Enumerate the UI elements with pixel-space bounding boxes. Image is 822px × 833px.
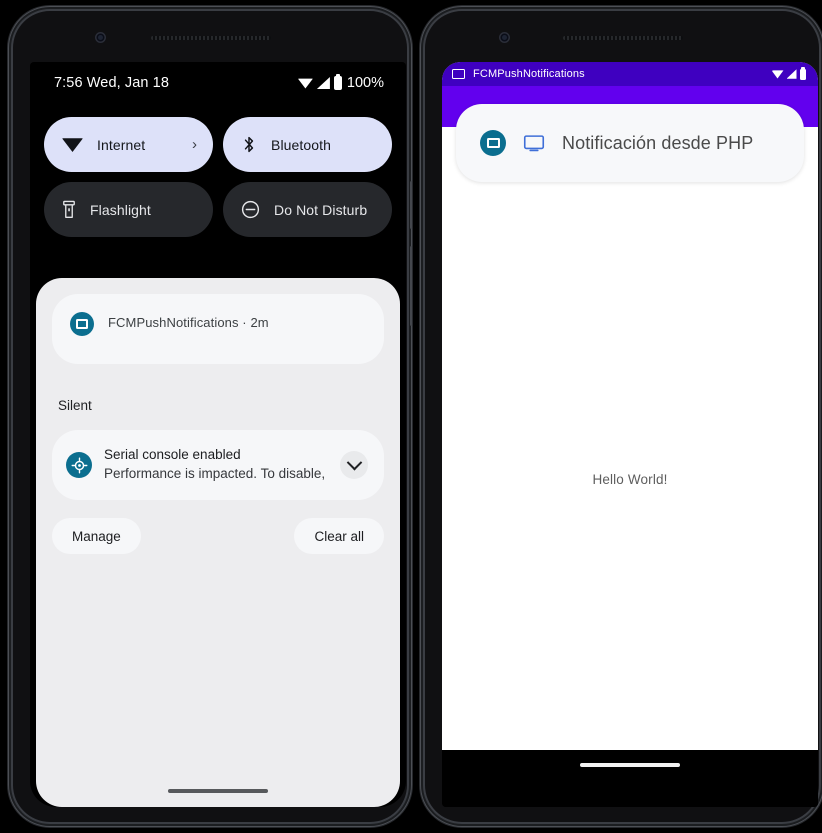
notification-app-name: FCMPushNotifications · 2m <box>108 315 269 330</box>
notification-card-app[interactable]: FCMPushNotifications · 2m <box>52 294 384 364</box>
monitor-app-icon <box>70 312 94 336</box>
qs-tile-do-not-disturb[interactable]: Do Not Disturb <box>223 182 392 237</box>
qs-tile-label: Do Not Disturb <box>274 201 368 218</box>
wifi-icon <box>771 70 784 79</box>
monitor-app-icon <box>452 69 465 79</box>
navigation-bar <box>442 750 818 807</box>
phone-right: FCMPushNotifications Hello World! Notifi… <box>420 6 822 827</box>
battery-percent-label: 100% <box>346 75 384 91</box>
flashlight-icon <box>63 200 75 218</box>
home-indicator[interactable] <box>580 763 680 767</box>
signal-icon <box>786 69 797 79</box>
app-content-area: Hello World! <box>442 127 818 750</box>
left-phone-screen: 7:56 Wed, Jan 18 100% Internet › Bluetoo… <box>30 62 406 807</box>
earpiece-speaker <box>563 36 683 40</box>
app-status-bar-left: FCMPushNotifications <box>452 68 585 80</box>
android-bug-icon <box>66 452 92 478</box>
volume-button[interactable] <box>410 246 412 326</box>
notification-title: Notificación desde PHP <box>562 132 754 153</box>
monitor-icon <box>523 134 545 151</box>
app-name-label: FCMPushNotifications <box>473 68 585 80</box>
front-camera-icon <box>499 32 510 43</box>
do-not-disturb-icon <box>241 200 260 219</box>
silent-section-label: Silent <box>58 398 92 413</box>
chevron-down-icon[interactable] <box>340 451 368 479</box>
shade-action-row: Manage Clear all <box>52 518 384 554</box>
front-camera-icon <box>95 32 106 43</box>
qs-tile-internet[interactable]: Internet › <box>44 117 213 172</box>
manage-button[interactable]: Manage <box>52 518 141 554</box>
qs-tile-label: Internet <box>97 136 146 153</box>
right-phone-screen: FCMPushNotifications Hello World! Notifi… <box>442 62 818 807</box>
notification-title: Serial console enabled <box>104 447 241 463</box>
home-indicator[interactable] <box>168 789 268 793</box>
qs-tile-label: Flashlight <box>90 201 151 218</box>
wifi-icon <box>62 138 83 152</box>
app-status-bar: FCMPushNotifications <box>442 62 818 86</box>
battery-icon <box>333 73 342 90</box>
status-bar: 7:56 Wed, Jan 18 100% <box>30 62 406 104</box>
clear-all-button[interactable]: Clear all <box>294 518 384 554</box>
earpiece-speaker <box>151 36 271 40</box>
battery-icon <box>799 66 806 80</box>
bluetooth-icon <box>244 136 254 153</box>
hello-world-label: Hello World! <box>592 472 668 487</box>
qs-tile-bluetooth[interactable]: Bluetooth <box>223 117 392 172</box>
signal-icon <box>316 77 330 89</box>
heads-up-notification[interactable]: Notificación desde PHP <box>456 104 804 182</box>
app-window: FCMPushNotifications Hello World! Notifi… <box>442 62 818 750</box>
notification-card-serial-console[interactable]: Serial console enabled Performance is im… <box>52 430 384 500</box>
quick-settings-grid: Internet › Bluetooth Flashlight Do Not D… <box>30 117 406 237</box>
qs-tile-label: Bluetooth <box>271 136 332 153</box>
status-icon-group: 100% <box>297 73 384 91</box>
notification-text-block: Serial console enabled Performance is im… <box>104 446 328 483</box>
status-clock: 7:56 Wed, Jan 18 <box>54 75 169 91</box>
wifi-icon <box>297 78 313 89</box>
monitor-app-icon <box>480 130 506 156</box>
phone-left: 7:56 Wed, Jan 18 100% Internet › Bluetoo… <box>8 6 412 827</box>
chevron-right-icon[interactable]: › <box>192 137 197 152</box>
notification-shade: FCMPushNotifications · 2m Silent Serial … <box>36 278 400 807</box>
notification-body: Performance is impacted. To disable, … <box>104 465 328 481</box>
power-button[interactable] <box>410 181 412 229</box>
qs-tile-flashlight[interactable]: Flashlight <box>44 182 213 237</box>
app-status-icon-group <box>771 66 806 80</box>
